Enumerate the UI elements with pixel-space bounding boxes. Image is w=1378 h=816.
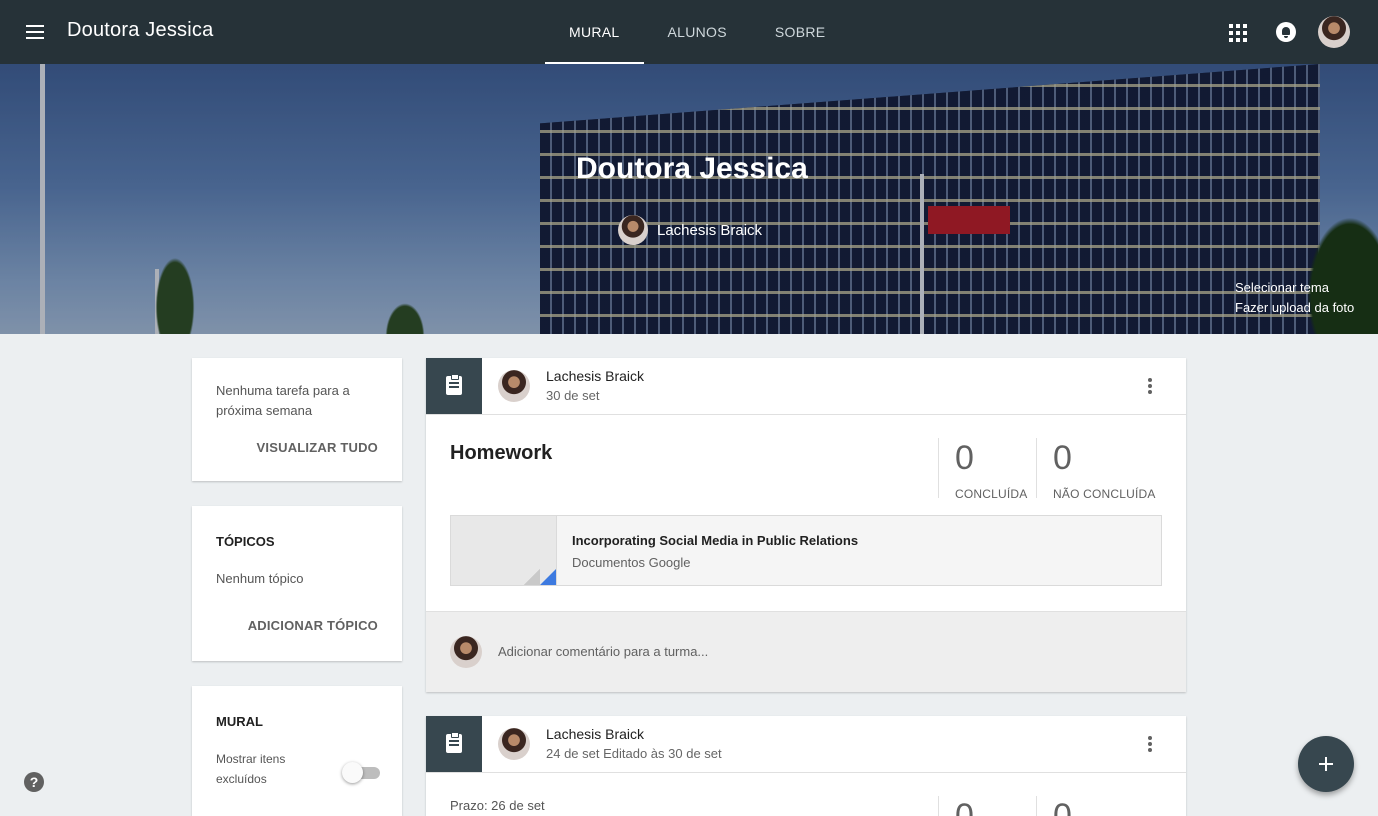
tab-sobre[interactable]: SOBRE bbox=[751, 0, 850, 64]
top-app-bar: Doutora Jessica MURAL ALUNOS SOBRE bbox=[0, 0, 1378, 64]
post-header: Lachesis Braick 30 de set bbox=[426, 358, 1186, 415]
select-theme-link[interactable]: Selecionar tema bbox=[1235, 280, 1329, 295]
upcoming-text: Nenhuma tarefa para a próxima semana bbox=[216, 383, 350, 418]
post-header: Lachesis Braick 24 de set Editado às 30 … bbox=[426, 716, 1186, 773]
not-done-stat[interactable]: 0 NÃO CONCLUÍDA bbox=[1036, 438, 1156, 501]
notifications-icon[interactable] bbox=[1276, 22, 1296, 42]
author-avatar bbox=[498, 728, 530, 760]
comment-placeholder: Adicionar comentário para a turma... bbox=[498, 644, 709, 659]
add-topic-button[interactable]: ADICIONAR TÓPICO bbox=[248, 618, 378, 633]
done-stat[interactable]: 0 CONCLUÍDA bbox=[938, 438, 1028, 501]
done-label: CONCLUÍDA bbox=[955, 487, 1028, 501]
upcoming-card: Nenhuma tarefa para a próxima semana VIS… bbox=[192, 358, 402, 481]
assignment-icon bbox=[426, 716, 482, 772]
not-done-stat[interactable]: 0 bbox=[1036, 796, 1072, 816]
tab-mural[interactable]: MURAL bbox=[545, 0, 644, 64]
class-banner: Doutora Jessica Lachesis Braick Selecion… bbox=[0, 64, 1378, 334]
banner-class-name: Doutora Jessica bbox=[576, 152, 808, 185]
assignment-title[interactable]: Homework bbox=[450, 442, 552, 465]
not-done-label: NÃO CONCLUÍDA bbox=[1053, 487, 1156, 501]
teacher-avatar bbox=[618, 215, 648, 245]
done-count: 0 bbox=[955, 797, 974, 816]
post-date: 30 de set bbox=[546, 388, 600, 403]
not-done-count: 0 bbox=[1053, 797, 1072, 816]
create-post-button[interactable] bbox=[1298, 736, 1354, 792]
show-deleted-label: Mostrar itens excluídos bbox=[216, 752, 286, 786]
not-done-count: 0 bbox=[1053, 439, 1072, 477]
tab-bar: MURAL ALUNOS SOBRE bbox=[545, 0, 849, 64]
topics-empty-text: Nenhum tópico bbox=[216, 571, 304, 586]
done-count: 0 bbox=[955, 439, 974, 477]
teacher-name: Lachesis Braick bbox=[657, 221, 763, 239]
post-author: Lachesis Braick bbox=[546, 368, 645, 384]
attachment-title: Incorporating Social Media in Public Rel… bbox=[572, 533, 859, 548]
doc-thumbnail bbox=[451, 516, 557, 585]
class-comment-input[interactable]: Adicionar comentário para a turma... bbox=[426, 611, 1186, 692]
menu-icon[interactable] bbox=[22, 20, 50, 44]
banner-teacher: Lachesis Braick bbox=[618, 215, 762, 245]
assignment-post: Lachesis Braick 30 de set Homework 0 CON… bbox=[426, 358, 1186, 692]
account-avatar[interactable] bbox=[1318, 16, 1350, 48]
stream-heading: MURAL bbox=[216, 714, 263, 729]
due-date: Prazo: 26 de set bbox=[450, 798, 545, 813]
help-icon[interactable]: ? bbox=[24, 772, 44, 792]
topics-card: TÓPICOS Nenhum tópico ADICIONAR TÓPICO bbox=[192, 506, 402, 661]
assignment-post-2: Lachesis Braick 24 de set Editado às 30 … bbox=[426, 716, 1186, 816]
post-author: Lachesis Braick bbox=[546, 726, 645, 742]
view-all-button[interactable]: VISUALIZAR TUDO bbox=[257, 440, 378, 455]
commenter-avatar bbox=[450, 636, 482, 668]
tab-alunos[interactable]: ALUNOS bbox=[644, 0, 751, 64]
class-title[interactable]: Doutora Jessica bbox=[67, 19, 213, 42]
show-deleted-toggle[interactable] bbox=[342, 762, 380, 783]
done-stat[interactable]: 0 bbox=[938, 796, 974, 816]
author-avatar bbox=[498, 370, 530, 402]
topics-heading: TÓPICOS bbox=[216, 534, 275, 549]
more-options-icon[interactable] bbox=[1138, 732, 1162, 756]
attachment-type: Documentos Google bbox=[572, 555, 691, 570]
assignment-icon bbox=[426, 358, 482, 414]
more-options-icon[interactable] bbox=[1138, 374, 1162, 398]
apps-grid-icon[interactable] bbox=[1229, 24, 1247, 42]
attachment-google-doc[interactable]: Incorporating Social Media in Public Rel… bbox=[450, 515, 1162, 586]
upload-photo-link[interactable]: Fazer upload da foto bbox=[1235, 300, 1354, 315]
stream-settings-card: MURAL Mostrar itens excluídos bbox=[192, 686, 402, 816]
post-date: 24 de set Editado às 30 de set bbox=[546, 746, 722, 761]
